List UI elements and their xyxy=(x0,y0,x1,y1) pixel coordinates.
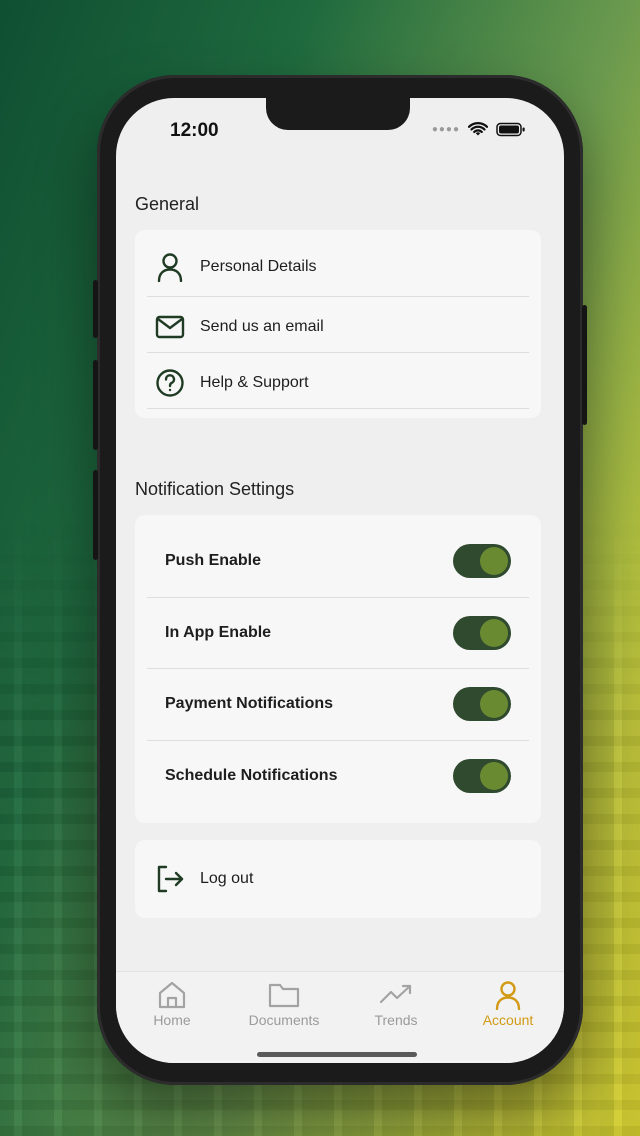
folder-icon xyxy=(268,983,300,1008)
notification-label: Schedule Notifications xyxy=(165,767,338,784)
push-enable-toggle[interactable] xyxy=(453,544,511,578)
account-icon xyxy=(495,981,521,1010)
trend-icon xyxy=(379,984,412,1004)
logout-button[interactable]: Log out xyxy=(147,854,529,904)
tab-bar: Home Documents Trends Account xyxy=(116,971,564,1063)
schedule-notifications-toggle[interactable] xyxy=(453,759,511,793)
tab-label: Trends xyxy=(374,1012,418,1028)
section-title-general: General xyxy=(135,194,200,214)
volume-up-button xyxy=(93,360,98,450)
mail-icon xyxy=(155,312,185,342)
app-screen: 12:00 ●●●● General Personal Details Send… xyxy=(116,98,564,1063)
toggle-knob xyxy=(480,762,508,790)
battery-icon xyxy=(496,122,525,137)
notification-row-schedule: Schedule Notifications xyxy=(165,759,511,793)
general-item-send-email[interactable]: Send us an email xyxy=(147,301,529,353)
phone-frame: 12:00 ●●●● General Personal Details Send… xyxy=(93,75,587,1085)
general-item-label: Help & Support xyxy=(200,374,309,391)
notch xyxy=(266,98,410,130)
general-item-personal-details[interactable]: Personal Details xyxy=(147,242,529,292)
wifi-icon xyxy=(468,122,488,136)
logout-label: Log out xyxy=(200,870,254,887)
power-button xyxy=(582,305,587,425)
toggle-knob xyxy=(480,690,508,718)
logout-card: Log out xyxy=(135,840,541,918)
tab-trends[interactable]: Trends xyxy=(340,980,452,1028)
notifications-card: Push Enable In App Enable Payment Notifi… xyxy=(135,515,541,823)
person-icon xyxy=(155,252,185,282)
section-title-notifications: Notification Settings xyxy=(135,479,295,499)
notification-label: Push Enable xyxy=(165,552,262,569)
general-item-label: Send us an email xyxy=(200,318,324,335)
notification-row-payment: Payment Notifications xyxy=(165,687,511,721)
tab-account[interactable]: Account xyxy=(452,980,564,1028)
notification-label: In App Enable xyxy=(165,624,272,641)
divider xyxy=(147,597,529,598)
status-icons: ●●●● xyxy=(432,122,526,137)
help-icon xyxy=(155,368,185,398)
divider xyxy=(147,296,529,297)
toggle-knob xyxy=(480,547,508,575)
tab-label: Account xyxy=(482,1012,534,1028)
tab-home[interactable]: Home xyxy=(116,980,228,1028)
general-item-help-support[interactable]: Help & Support xyxy=(147,357,529,409)
volume-down-button xyxy=(93,470,98,560)
payment-notifications-toggle[interactable] xyxy=(453,687,511,721)
tab-label: Documents xyxy=(248,1012,320,1028)
mute-switch xyxy=(93,280,98,338)
tab-label: Home xyxy=(153,1012,191,1028)
divider xyxy=(147,408,529,409)
status-time: 12:00 xyxy=(170,120,219,141)
divider xyxy=(147,352,529,353)
toggle-knob xyxy=(480,619,508,647)
tab-documents[interactable]: Documents xyxy=(228,980,340,1028)
notification-label: Payment Notifications xyxy=(165,695,334,712)
notification-row-push: Push Enable xyxy=(165,544,511,578)
general-card: Personal Details Send us an email Help &… xyxy=(135,230,541,418)
home-icon xyxy=(158,981,186,1009)
signal-dots-icon: ●●●● xyxy=(431,124,460,135)
logout-icon xyxy=(155,864,185,894)
home-indicator xyxy=(257,1052,417,1057)
divider xyxy=(147,740,529,741)
in-app-enable-toggle[interactable] xyxy=(453,616,511,650)
general-item-label: Personal Details xyxy=(200,258,317,275)
divider xyxy=(147,668,529,669)
notification-row-in-app: In App Enable xyxy=(165,616,511,650)
